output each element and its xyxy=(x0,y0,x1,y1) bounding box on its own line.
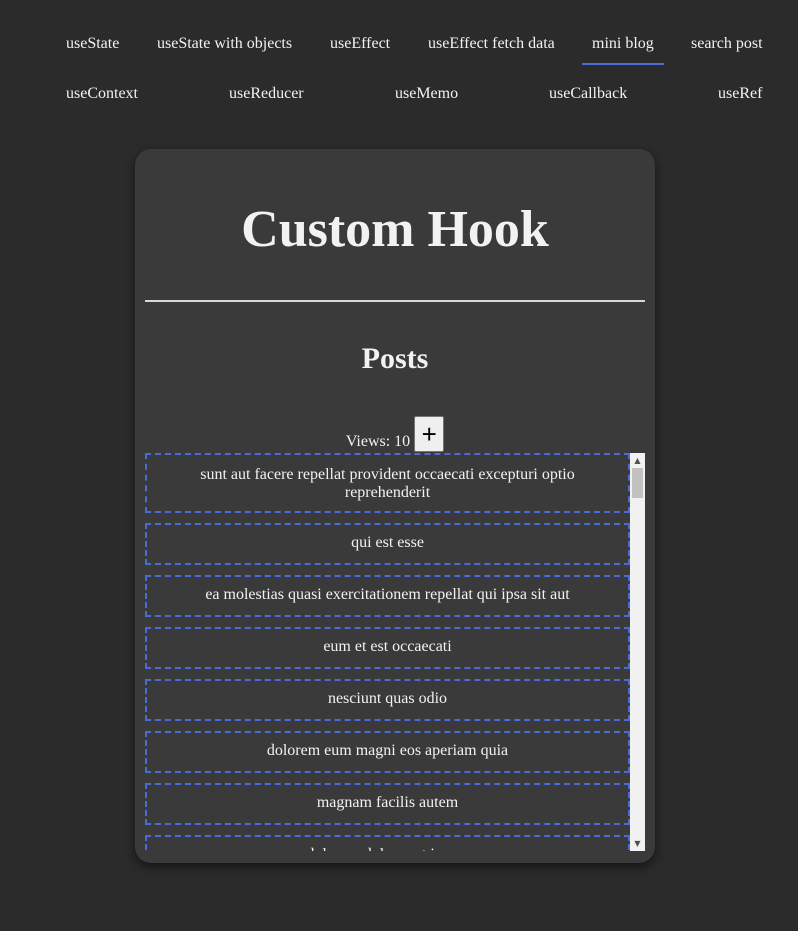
post-item[interactable]: nesciunt quas odio xyxy=(145,679,630,721)
views-counter: Views: 10 + xyxy=(135,416,655,452)
nav-link-search-post[interactable]: search post xyxy=(691,24,763,64)
card-title: Custom Hook xyxy=(241,201,549,258)
increment-views-button[interactable]: + xyxy=(414,416,445,452)
post-item[interactable]: sunt aut facere repellat provident occae… xyxy=(145,453,630,513)
scroll-down-arrow-icon[interactable]: ▼ xyxy=(630,836,645,851)
posts-list: sunt aut facere repellat provident occae… xyxy=(145,453,630,851)
posts-scrollbar[interactable]: ▲ ▼ xyxy=(630,453,645,851)
post-item[interactable]: dolorem eum magni eos aperiam quia xyxy=(145,731,630,773)
posts-heading: Posts xyxy=(361,342,429,375)
nav-link-usecontext[interactable]: useContext xyxy=(66,74,138,114)
nav-link-usereducer[interactable]: useReducer xyxy=(229,74,304,114)
scroll-up-arrow-icon[interactable]: ▲ xyxy=(630,453,645,468)
nav-link-usecallback[interactable]: useCallback xyxy=(549,74,627,114)
custom-hook-card: Custom Hook Posts Views: 10 + sunt aut f… xyxy=(135,149,655,863)
nav-link-useeffect-fetch[interactable]: useEffect fetch data xyxy=(428,24,555,64)
nav-link-usestate-objects[interactable]: useState with objects xyxy=(157,24,292,64)
nav-link-useeffect[interactable]: useEffect xyxy=(330,24,390,64)
nav-link-mini-blog[interactable]: mini blog xyxy=(582,24,664,65)
post-item[interactable]: qui est esse xyxy=(145,523,630,565)
nav-link-useref[interactable]: useRef xyxy=(718,74,762,114)
scrollbar-thumb[interactable] xyxy=(632,468,643,498)
nav-link-usememo[interactable]: useMemo xyxy=(395,74,458,114)
post-item[interactable]: magnam facilis autem xyxy=(145,783,630,825)
post-item[interactable]: dolorem dolore est ipsam xyxy=(145,835,630,851)
views-label: Views: 10 xyxy=(345,433,411,450)
nav-link-usestate[interactable]: useState xyxy=(66,24,119,64)
divider xyxy=(145,300,645,302)
post-item[interactable]: eum et est occaecati xyxy=(145,627,630,669)
posts-list-container[interactable]: sunt aut facere repellat provident occae… xyxy=(145,453,645,851)
post-item[interactable]: ea molestias quasi exercitationem repell… xyxy=(145,575,630,617)
